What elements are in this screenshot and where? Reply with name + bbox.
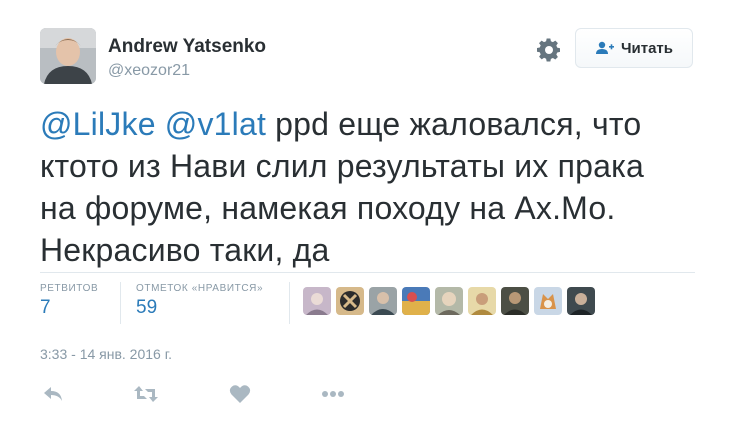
reply-icon[interactable] [40, 381, 66, 407]
liker-avatar[interactable] [369, 287, 397, 315]
tweet-body-line: ктото из Нави слил результаты их прака [40, 148, 645, 184]
tweet-body-line: ppd еще жаловался, что [275, 106, 642, 142]
tweet-timestamp[interactable]: 3:33 - 14 янв. 2016 г. [40, 346, 172, 362]
tweet-body-line: на форуме, намекая походу на Ах.Мо. [40, 190, 616, 226]
liker-avatar[interactable] [336, 287, 364, 315]
liker-avatar[interactable] [534, 287, 562, 315]
mention-link[interactable]: @LilJke [40, 106, 156, 142]
user-handle[interactable]: @xeozor21 [108, 62, 190, 80]
tweet-card: Andrew Yatsenko @xeozor21 Читать @LilJke… [0, 0, 730, 432]
likes-count[interactable]: 59 [136, 297, 157, 319]
retweets-count[interactable]: 7 [40, 297, 51, 319]
follow-button-label: Читать [620, 39, 674, 57]
liker-avatar[interactable] [468, 287, 496, 315]
stats-divider [120, 282, 121, 324]
more-icon[interactable] [320, 381, 346, 407]
tweet-body-line: Некрасиво таки, да [40, 232, 330, 268]
follow-button[interactable]: Читать [575, 28, 693, 68]
liker-avatar[interactable] [303, 287, 331, 315]
stats-divider [289, 282, 290, 324]
retweets-label: РЕТВИТОВ [40, 283, 99, 294]
user-avatar-photo [40, 28, 96, 84]
user-display-name[interactable]: Andrew Yatsenko [108, 36, 266, 58]
tweet-text: @LilJke @v1lat ppd еще жаловался, что кт… [40, 103, 700, 271]
retweet-icon[interactable] [133, 381, 159, 407]
divider [40, 272, 695, 273]
mention-link[interactable]: @v1lat [165, 106, 266, 142]
likes-label: ОТМЕТОК «НРАВИТСЯ» [136, 283, 264, 294]
user-avatar[interactable] [40, 28, 96, 84]
liker-avatar[interactable] [402, 287, 430, 315]
add-user-icon [595, 41, 614, 54]
liker-avatar[interactable] [567, 287, 595, 315]
like-icon[interactable] [227, 381, 253, 407]
liker-avatar[interactable] [501, 287, 529, 315]
liker-avatar[interactable] [435, 287, 463, 315]
gear-icon[interactable] [537, 38, 561, 62]
